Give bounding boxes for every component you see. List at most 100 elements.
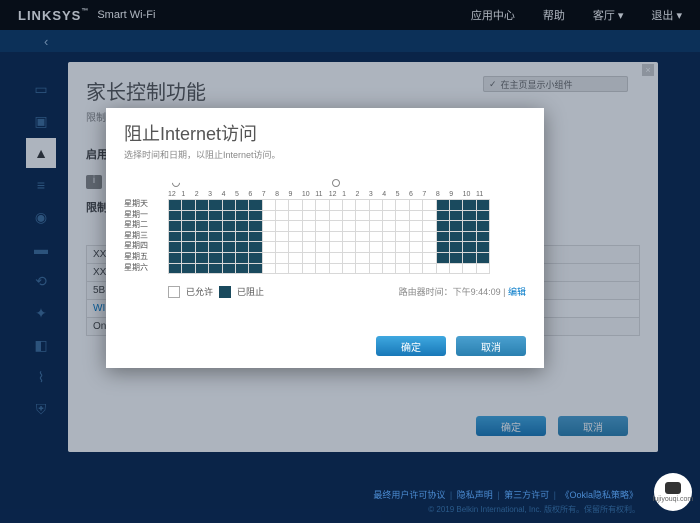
schedule-cell[interactable] <box>356 231 369 242</box>
schedule-cell[interactable] <box>369 242 382 253</box>
schedule-cell[interactable] <box>369 263 382 274</box>
schedule-cell[interactable] <box>409 221 422 232</box>
schedule-cell[interactable] <box>356 252 369 263</box>
schedule-cell[interactable] <box>276 242 289 253</box>
schedule-cell[interactable] <box>383 200 396 211</box>
schedule-cell[interactable] <box>449 252 462 263</box>
schedule-cell[interactable] <box>476 200 489 211</box>
schedule-cell[interactable] <box>249 252 262 263</box>
schedule-cell[interactable] <box>302 210 315 221</box>
schedule-cell[interactable] <box>222 200 235 211</box>
schedule-cell[interactable] <box>463 221 476 232</box>
schedule-cell[interactable] <box>316 252 329 263</box>
schedule-cell[interactable] <box>195 231 208 242</box>
footer-link[interactable]: 第三方许可 <box>504 490 549 500</box>
schedule-cell[interactable] <box>436 210 449 221</box>
schedule-cell[interactable] <box>302 221 315 232</box>
schedule-cell[interactable] <box>249 221 262 232</box>
schedule-cell[interactable] <box>396 231 409 242</box>
schedule-cell[interactable] <box>222 221 235 232</box>
schedule-cell[interactable] <box>302 263 315 274</box>
schedule-cell[interactable] <box>222 231 235 242</box>
schedule-cell[interactable] <box>423 200 436 211</box>
schedule-cell[interactable] <box>396 252 409 263</box>
schedule-cell[interactable] <box>182 221 195 232</box>
schedule-cell[interactable] <box>195 221 208 232</box>
schedule-cell[interactable] <box>463 263 476 274</box>
schedule-cells[interactable] <box>168 199 490 273</box>
schedule-cell[interactable] <box>169 263 182 274</box>
schedule-cell[interactable] <box>262 252 275 263</box>
schedule-cell[interactable] <box>369 200 382 211</box>
schedule-cell[interactable] <box>463 200 476 211</box>
schedule-cell[interactable] <box>409 263 422 274</box>
schedule-cell[interactable] <box>316 200 329 211</box>
schedule-cell[interactable] <box>209 242 222 253</box>
schedule-cell[interactable] <box>369 252 382 263</box>
schedule-cell[interactable] <box>436 221 449 232</box>
schedule-cell[interactable] <box>476 252 489 263</box>
schedule-cell[interactable] <box>342 242 355 253</box>
schedule-cell[interactable] <box>396 242 409 253</box>
schedule-cell[interactable] <box>209 231 222 242</box>
schedule-cell[interactable] <box>342 263 355 274</box>
schedule-cell[interactable] <box>383 242 396 253</box>
schedule-cell[interactable] <box>276 221 289 232</box>
schedule-cell[interactable] <box>169 231 182 242</box>
edit-time-link[interactable]: 编辑 <box>508 287 526 297</box>
schedule-cell[interactable] <box>195 252 208 263</box>
schedule-cell[interactable] <box>423 252 436 263</box>
schedule-cell[interactable] <box>396 221 409 232</box>
schedule-cell[interactable] <box>436 252 449 263</box>
schedule-cell[interactable] <box>436 242 449 253</box>
schedule-cell[interactable] <box>289 210 302 221</box>
help-badge[interactable]: lujiyouqi.com <box>654 473 692 511</box>
schedule-cell[interactable] <box>289 242 302 253</box>
schedule-cell[interactable] <box>289 200 302 211</box>
schedule-cell[interactable] <box>222 210 235 221</box>
schedule-cell[interactable] <box>342 231 355 242</box>
schedule-cell[interactable] <box>423 242 436 253</box>
schedule-cell[interactable] <box>289 221 302 232</box>
schedule-cell[interactable] <box>209 210 222 221</box>
footer-link[interactable]: 隐私声明 <box>457 490 493 500</box>
schedule-cell[interactable] <box>262 200 275 211</box>
schedule-cell[interactable] <box>342 252 355 263</box>
schedule-cell[interactable] <box>476 263 489 274</box>
schedule-cell[interactable] <box>329 221 342 232</box>
schedule-cell[interactable] <box>182 200 195 211</box>
schedule-cell[interactable] <box>276 263 289 274</box>
schedule-cell[interactable] <box>249 200 262 211</box>
schedule-cell[interactable] <box>235 200 248 211</box>
footer-link[interactable]: 《Ookla隐私策略》 <box>560 490 638 500</box>
schedule-cell[interactable] <box>356 242 369 253</box>
schedule-cell[interactable] <box>369 210 382 221</box>
schedule-cell[interactable] <box>169 221 182 232</box>
schedule-cell[interactable] <box>209 200 222 211</box>
schedule-cell[interactable] <box>356 263 369 274</box>
schedule-cell[interactable] <box>222 252 235 263</box>
schedule-cell[interactable] <box>449 242 462 253</box>
schedule-cell[interactable] <box>302 231 315 242</box>
schedule-cell[interactable] <box>262 231 275 242</box>
modal-ok-button[interactable]: 确定 <box>376 336 446 356</box>
schedule-cell[interactable] <box>409 210 422 221</box>
schedule-cell[interactable] <box>449 221 462 232</box>
schedule-cell[interactable] <box>316 231 329 242</box>
schedule-cell[interactable] <box>383 263 396 274</box>
schedule-cell[interactable] <box>262 242 275 253</box>
schedule-cell[interactable] <box>396 210 409 221</box>
schedule-cell[interactable] <box>195 210 208 221</box>
schedule-cell[interactable] <box>316 242 329 253</box>
schedule-cell[interactable] <box>276 200 289 211</box>
schedule-cell[interactable] <box>356 200 369 211</box>
schedule-cell[interactable] <box>249 242 262 253</box>
schedule-cell[interactable] <box>342 221 355 232</box>
schedule-cell[interactable] <box>195 263 208 274</box>
schedule-cell[interactable] <box>449 210 462 221</box>
schedule-cell[interactable] <box>342 210 355 221</box>
schedule-cell[interactable] <box>169 210 182 221</box>
schedule-cell[interactable] <box>222 263 235 274</box>
schedule-cell[interactable] <box>302 242 315 253</box>
schedule-cell[interactable] <box>195 242 208 253</box>
